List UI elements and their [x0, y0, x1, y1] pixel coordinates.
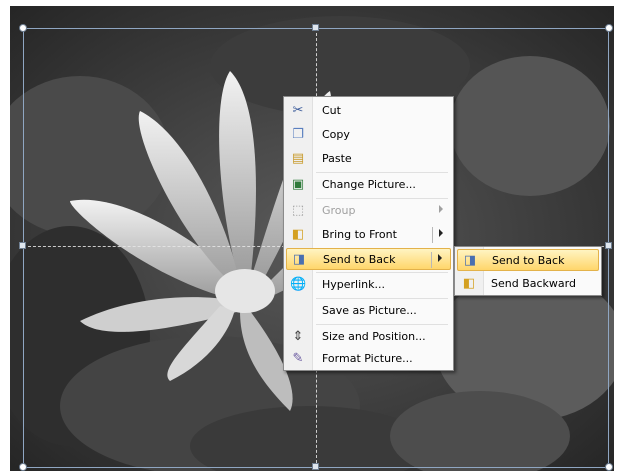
- submenu-arrow-icon: [439, 205, 443, 213]
- slide-canvas: ✂ Cut ❐ Copy ▤ Paste ▣ Change Picture...…: [0, 0, 622, 475]
- submenu-item-send-backward[interactable]: ◧ Send Backward: [457, 273, 599, 295]
- save-icon: [290, 303, 306, 319]
- change-picture-icon: ▣: [291, 177, 305, 192]
- menu-item-label: Bring to Front: [322, 228, 397, 241]
- hyperlink-icon: 🌐: [290, 277, 307, 292]
- menu-item-label: Group: [322, 204, 356, 217]
- context-menu: ✂ Cut ❐ Copy ▤ Paste ▣ Change Picture...…: [283, 96, 454, 371]
- size-position-icon: ⇕: [292, 329, 304, 344]
- menu-separator: [316, 324, 448, 325]
- resize-handle-bottom-left[interactable]: [19, 463, 27, 471]
- menu-item-label: Send to Back: [492, 254, 565, 267]
- send-backward-icon: ◧: [462, 276, 476, 291]
- menu-item-label: Size and Position...: [322, 330, 426, 343]
- scissors-icon: ✂: [292, 103, 304, 118]
- menu-separator: [316, 172, 448, 173]
- bring-to-front-icon: ◧: [291, 227, 305, 242]
- group-icon: ⬚: [291, 203, 305, 218]
- submenu-item-send-to-back[interactable]: ◨ Send to Back: [457, 249, 599, 271]
- format-picture-icon: ✎: [292, 351, 304, 366]
- resize-handle-left[interactable]: [19, 242, 26, 249]
- send-to-back-submenu: ◨ Send to Back ◧ Send Backward: [454, 246, 602, 296]
- submenu-arrow-icon[interactable]: [439, 229, 443, 237]
- menu-item-cut[interactable]: ✂ Cut: [286, 100, 451, 122]
- resize-handle-bottom-right[interactable]: [605, 463, 613, 471]
- menu-item-label: Change Picture...: [322, 178, 416, 191]
- menu-item-format-picture[interactable]: ✎ Format Picture...: [286, 348, 451, 370]
- submenu-arrow-icon[interactable]: [438, 254, 442, 262]
- menu-item-label: Send to Back: [323, 253, 396, 266]
- send-to-back-icon: ◨: [292, 252, 306, 267]
- menu-item-bring-to-front[interactable]: ◧ Bring to Front: [286, 224, 451, 246]
- resize-handle-top-left[interactable]: [19, 24, 27, 32]
- menu-item-hyperlink[interactable]: 🌐 Hyperlink...: [286, 274, 451, 296]
- menu-separator: [316, 198, 448, 199]
- menu-item-label: Send Backward: [491, 277, 576, 290]
- paste-icon: ▤: [291, 151, 305, 166]
- menu-item-label: Format Picture...: [322, 352, 413, 365]
- resize-handle-top-right[interactable]: [605, 24, 613, 32]
- menu-item-copy[interactable]: ❐ Copy: [286, 124, 451, 146]
- menu-item-size-and-position[interactable]: ⇕ Size and Position...: [286, 326, 451, 348]
- menu-item-group: ⬚ Group: [286, 200, 451, 222]
- menu-item-change-picture[interactable]: ▣ Change Picture...: [286, 174, 451, 196]
- menu-item-send-to-back[interactable]: ◨ Send to Back: [286, 248, 451, 270]
- menu-item-label: Hyperlink...: [322, 278, 385, 291]
- menu-separator: [316, 272, 448, 273]
- split-divider: [432, 227, 433, 243]
- menu-item-label: Copy: [322, 128, 350, 141]
- menu-item-paste[interactable]: ▤ Paste: [286, 148, 451, 170]
- resize-handle-right[interactable]: [605, 242, 612, 249]
- send-to-back-icon: ◨: [463, 253, 477, 268]
- resize-handle-top[interactable]: [312, 24, 319, 31]
- menu-item-save-as-picture[interactable]: Save as Picture...: [286, 300, 451, 322]
- split-divider: [431, 252, 432, 268]
- menu-separator: [316, 298, 448, 299]
- resize-handle-bottom[interactable]: [312, 463, 319, 470]
- menu-item-label: Save as Picture...: [322, 304, 417, 317]
- menu-item-label: Paste: [322, 152, 352, 165]
- menu-item-label: Cut: [322, 104, 341, 117]
- copy-icon: ❐: [292, 127, 304, 142]
